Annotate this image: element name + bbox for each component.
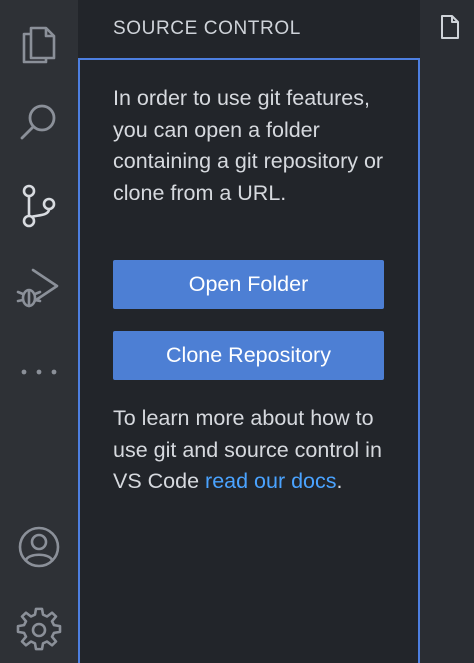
run-debug-icon (15, 264, 63, 312)
ellipsis-icon (19, 366, 59, 378)
editor-area (420, 0, 474, 663)
activity-bar (0, 0, 78, 663)
gear-icon (16, 607, 62, 653)
welcome-intro-text: In order to use git features, you can op… (113, 86, 384, 205)
sidebar: SOURCE CONTROL In order to use git featu… (78, 0, 420, 663)
learn-more-text: To learn more about how to use git and s… (113, 403, 393, 498)
clone-repository-button[interactable]: Clone Repository (113, 331, 384, 380)
learn-more-suffix: . (336, 469, 343, 493)
open-folder-button[interactable]: Open Folder (113, 260, 384, 309)
activity-run-debug[interactable] (0, 246, 78, 330)
sidebar-header: SOURCE CONTROL (78, 0, 420, 58)
sidebar-title: SOURCE CONTROL (113, 18, 301, 39)
search-icon (17, 100, 61, 144)
activity-search[interactable] (0, 80, 78, 164)
activity-manage[interactable] (0, 588, 78, 663)
account-icon (16, 524, 62, 570)
activity-explorer[interactable] (0, 0, 78, 84)
files-icon (19, 20, 59, 64)
read-docs-link[interactable]: read our docs (205, 469, 336, 493)
source-control-welcome-pane: In order to use git features, you can op… (78, 58, 420, 663)
activity-source-control[interactable] (0, 164, 78, 248)
activity-accounts[interactable] (0, 505, 78, 589)
source-control-icon (19, 182, 59, 230)
vscode-window: SOURCE CONTROL In order to use git featu… (0, 0, 474, 663)
file-icon[interactable] (440, 14, 460, 45)
activity-more[interactable] (0, 330, 78, 414)
